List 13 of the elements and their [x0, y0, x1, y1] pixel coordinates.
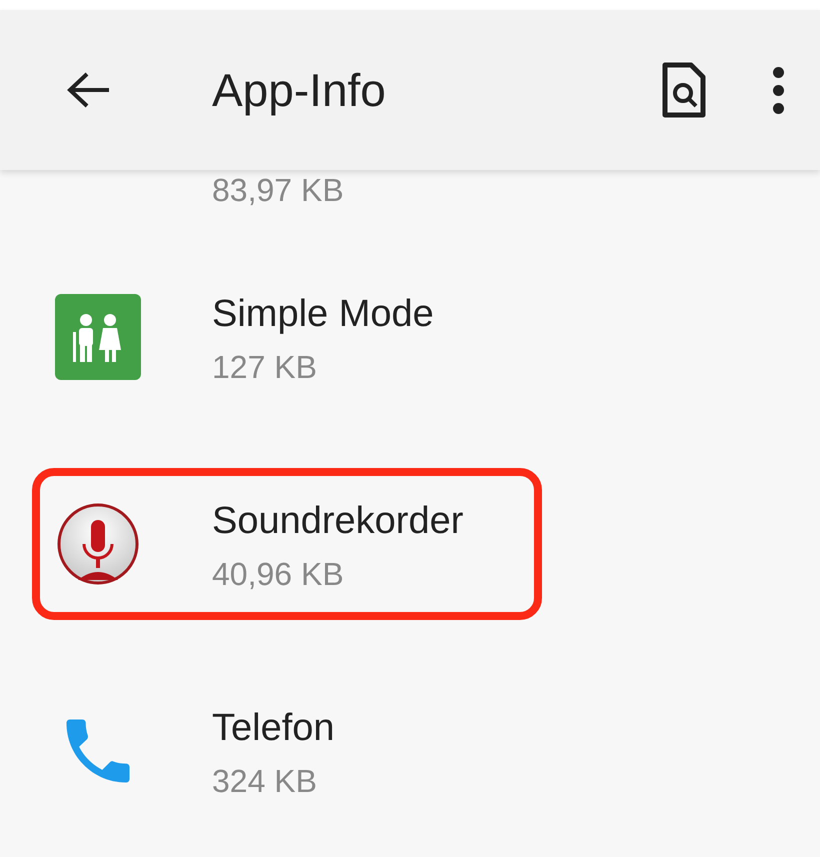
app-size: 127 KB: [212, 348, 318, 387]
app-name: Soundrekorder: [212, 499, 464, 544]
microphone-icon: [56, 502, 140, 586]
app-size: 40,96 KB: [212, 554, 345, 594]
app-row[interactable]: Simple Mode 127 KB: [32, 261, 542, 413]
highlighted-app-row[interactable]: Soundrekorder 40,96 KB: [32, 468, 542, 620]
app-size: 324 KB: [212, 762, 318, 801]
people-icon: [55, 294, 141, 380]
app-size: 83,97 KB: [212, 171, 344, 210]
app-name: Simple Mode: [212, 292, 434, 338]
app-name: Telefon: [212, 706, 335, 752]
screen-title: App-Info: [212, 67, 386, 113]
app-row[interactable]: Telefon 324 KB: [32, 675, 542, 827]
